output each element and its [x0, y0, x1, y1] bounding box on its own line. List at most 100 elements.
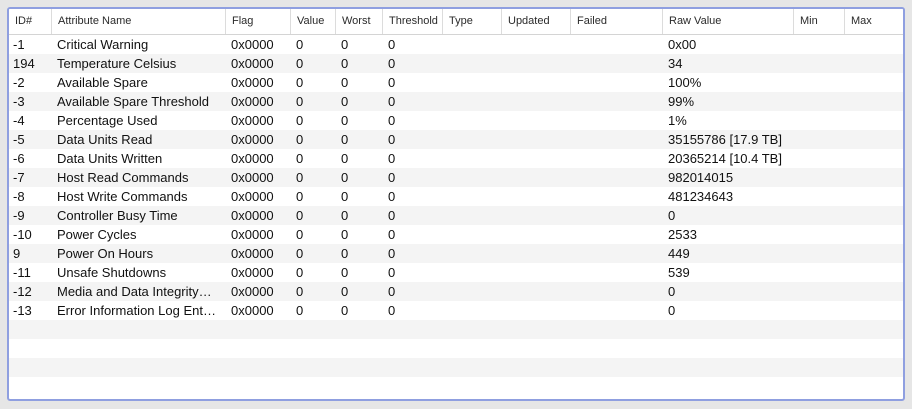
table-row[interactable]: -6 Data Units Written 0x0000 0 0 0 20365214 [1…	[9, 149, 903, 168]
cell-type	[443, 111, 502, 130]
empty-table-row[interactable]	[9, 358, 903, 377]
cell-raw: 99%	[668, 94, 695, 109]
column-header-failed[interactable]: Failed	[571, 9, 663, 34]
cell-raw: 539	[668, 265, 690, 280]
cell-threshold: 0	[388, 303, 396, 318]
cell-worst: 0	[341, 56, 349, 71]
table-row[interactable]: -12 Media and Data Integrity… 0x0000 0 0 0 0	[9, 282, 903, 301]
cell-value: 0	[296, 94, 304, 109]
cell-worst: 0	[341, 246, 349, 261]
column-header-raw-value[interactable]: Raw Value	[663, 9, 794, 34]
cell-max	[845, 92, 903, 111]
cell-value: 0	[296, 284, 304, 299]
cell-worst: 0	[341, 303, 349, 318]
cell-flag: 0x0000	[231, 37, 274, 52]
column-header-min[interactable]: Min	[794, 9, 845, 34]
cell-failed	[571, 263, 663, 282]
cell-threshold: 0	[388, 56, 396, 71]
cell-name: Media and Data Integrity…	[57, 284, 212, 299]
cell-updated	[502, 187, 571, 206]
table-row[interactable]: -5 Data Units Read 0x0000 0 0 0 35155786 [17.9…	[9, 130, 903, 149]
cell-value: 0	[296, 75, 304, 90]
column-header-threshold[interactable]: Threshold	[383, 9, 443, 34]
table-row[interactable]: -11 Unsafe Shutdowns 0x0000 0 0 0 539	[9, 263, 903, 282]
cell-threshold: 0	[388, 170, 396, 185]
column-header-updated[interactable]: Updated	[502, 9, 571, 34]
column-header-value[interactable]: Value	[291, 9, 336, 34]
column-header-worst[interactable]: Worst	[336, 9, 383, 34]
column-header-type[interactable]: Type	[443, 9, 502, 34]
cell-max	[845, 301, 903, 320]
cell-worst: 0	[341, 132, 349, 147]
cell-id: -2	[13, 75, 25, 90]
cell-min	[794, 263, 845, 282]
cell-id: 9	[13, 246, 21, 261]
empty-table-row[interactable]	[9, 339, 903, 358]
column-header-flag[interactable]: Flag	[226, 9, 291, 34]
cell-flag: 0x0000	[231, 113, 274, 128]
cell-flag: 0x0000	[231, 189, 274, 204]
cell-min	[794, 187, 845, 206]
cell-type	[443, 54, 502, 73]
cell-updated	[502, 35, 571, 54]
cell-updated	[502, 301, 571, 320]
cell-min	[794, 282, 845, 301]
table-row[interactable]: -9 Controller Busy Time 0x0000 0 0 0 0	[9, 206, 903, 225]
empty-table-row[interactable]	[9, 320, 903, 339]
cell-name: Percentage Used	[57, 113, 158, 128]
table-row[interactable]: -10 Power Cycles 0x0000 0 0 0 2533	[9, 225, 903, 244]
cell-name: Error Information Log Ent…	[57, 303, 216, 318]
cell-failed	[571, 282, 663, 301]
cell-worst: 0	[341, 170, 349, 185]
cell-raw: 449	[668, 246, 690, 261]
cell-threshold: 0	[388, 151, 396, 166]
cell-value: 0	[296, 170, 304, 185]
cell-id: -8	[13, 189, 25, 204]
cell-updated	[502, 263, 571, 282]
table-row[interactable]: -13 Error Information Log Ent… 0x0000 0 0 0 0	[9, 301, 903, 320]
cell-updated	[502, 73, 571, 92]
cell-id: -11	[13, 265, 31, 280]
cell-worst: 0	[341, 284, 349, 299]
cell-name: Controller Busy Time	[57, 208, 178, 223]
smart-attributes-table[interactable]: ID# Attribute Name Flag Value Worst Thre…	[7, 7, 905, 401]
column-header-name[interactable]: Attribute Name	[52, 9, 226, 34]
table-row[interactable]: -3 Available Spare Threshold 0x0000 0 0 0 99%	[9, 92, 903, 111]
cell-failed	[571, 149, 663, 168]
cell-value: 0	[296, 56, 304, 71]
table-row[interactable]: -4 Percentage Used 0x0000 0 0 0 1%	[9, 111, 903, 130]
cell-id: -3	[13, 94, 25, 109]
cell-name: Critical Warning	[57, 37, 149, 52]
cell-min	[794, 73, 845, 92]
column-header-max[interactable]: Max	[845, 9, 903, 34]
cell-raw: 34	[668, 56, 683, 71]
table-row[interactable]: -7 Host Read Commands 0x0000 0 0 0 982014015	[9, 168, 903, 187]
cell-id: -9	[13, 208, 25, 223]
empty-table-row[interactable]	[9, 377, 903, 396]
cell-min	[794, 35, 845, 54]
cell-flag: 0x0000	[231, 208, 274, 223]
cell-worst: 0	[341, 113, 349, 128]
table-row[interactable]: 194 Temperature Celsius 0x0000 0 0 0 34	[9, 54, 903, 73]
table-row[interactable]: -8 Host Write Commands 0x0000 0 0 0 481234643	[9, 187, 903, 206]
cell-updated	[502, 111, 571, 130]
table-row[interactable]: 9 Power On Hours 0x0000 0 0 0 449	[9, 244, 903, 263]
cell-type	[443, 92, 502, 111]
cell-max	[845, 263, 903, 282]
cell-type	[443, 263, 502, 282]
cell-updated	[502, 92, 571, 111]
cell-type	[443, 73, 502, 92]
cell-type	[443, 187, 502, 206]
cell-threshold: 0	[388, 75, 396, 90]
column-header-id[interactable]: ID#	[9, 9, 52, 34]
cell-failed	[571, 187, 663, 206]
cell-raw: 2533	[668, 227, 697, 242]
cell-failed	[571, 35, 663, 54]
cell-raw: 982014015	[668, 170, 734, 185]
table-row[interactable]: -2 Available Spare 0x0000 0 0 0 100%	[9, 73, 903, 92]
table-row[interactable]: -1 Critical Warning 0x0000 0 0 0 0x00	[9, 35, 903, 54]
cell-min	[794, 149, 845, 168]
cell-min	[794, 244, 845, 263]
cell-flag: 0x0000	[231, 246, 274, 261]
cell-flag: 0x0000	[231, 284, 274, 299]
